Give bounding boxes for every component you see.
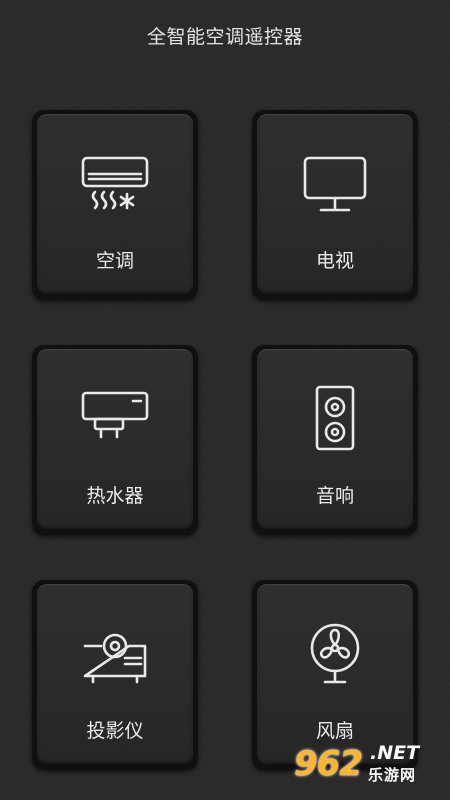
site-watermark: 962 .NET 乐游网 bbox=[294, 740, 444, 788]
device-label: 投影仪 bbox=[86, 720, 144, 742]
device-tile-tv[interactable]: 电视 bbox=[252, 110, 418, 300]
device-label: 热水器 bbox=[86, 485, 144, 507]
app-title: 全智能空调遥控器 bbox=[146, 26, 303, 48]
speaker-icon bbox=[315, 385, 355, 451]
device-label: 音响 bbox=[315, 485, 354, 507]
device-label: 电视 bbox=[315, 250, 354, 272]
watermark-suffix: .NET bbox=[370, 742, 420, 764]
device-label: 空调 bbox=[95, 250, 134, 272]
projector-icon bbox=[83, 633, 147, 684]
device-tile-speaker[interactable]: 音响 bbox=[252, 345, 418, 535]
device-label: 风扇 bbox=[315, 720, 354, 742]
device-tile-water-heater[interactable]: 热水器 bbox=[32, 345, 198, 535]
water-heater-icon bbox=[81, 391, 149, 439]
air-conditioner-icon bbox=[81, 156, 149, 210]
watermark-site-name: 乐游网 bbox=[368, 766, 417, 784]
fan-icon bbox=[310, 623, 360, 684]
tv-icon bbox=[303, 156, 367, 212]
device-tile-projector[interactable]: 投影仪 bbox=[32, 580, 198, 770]
watermark-logo: 962 bbox=[294, 744, 363, 784]
device-tile-air-conditioner[interactable]: 空调 bbox=[32, 110, 198, 300]
